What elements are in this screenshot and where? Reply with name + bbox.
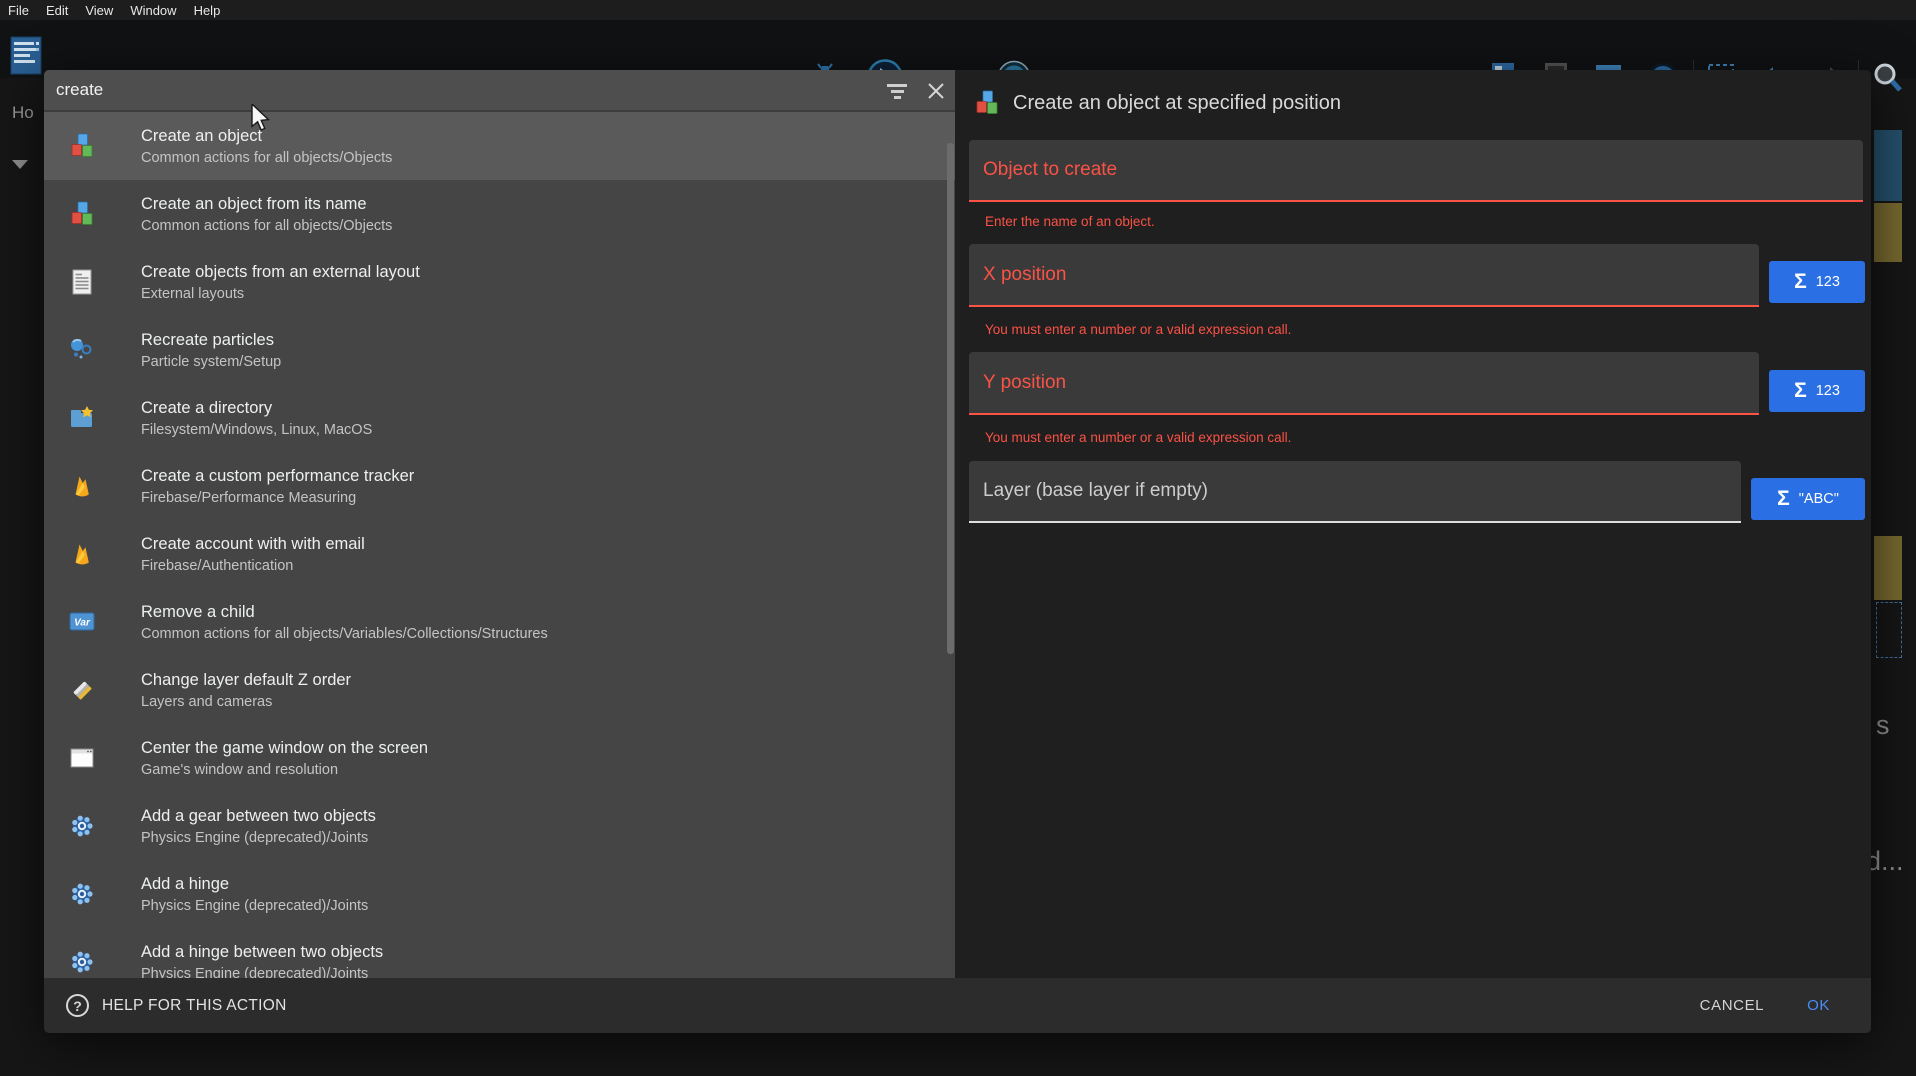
external-layout-document-icon	[69, 269, 95, 295]
result-subtitle: Firebase/Performance Measuring	[141, 490, 414, 506]
svg-text:Var: Var	[74, 618, 91, 629]
search-icon[interactable]	[1870, 60, 1906, 101]
sigma-icon: Σ	[1794, 270, 1807, 294]
result-create-object-from-name[interactable]: Create an object from its name Common act…	[44, 180, 955, 248]
physics-gear-icon	[69, 949, 95, 975]
gdevelop-editor: File Edit View Window Help PREVIEW PUBLI…	[0, 0, 1916, 1076]
result-title: Create a custom performance tracker	[141, 467, 414, 486]
folder-star-icon	[69, 405, 95, 431]
result-create-an-object[interactable]: Create an object Common actions for all o…	[44, 112, 955, 180]
dialog-footer: ? HELP FOR THIS ACTION CANCEL OK	[44, 978, 1871, 1033]
home-tab-fragment: Ho	[12, 103, 34, 123]
result-add-gear[interactable]: Add a gear between two objects Physics En…	[44, 792, 955, 860]
result-add-hinge[interactable]: Add a hinge Physics Engine (deprecated)/J…	[44, 860, 955, 928]
menu-bar: File Edit View Window Help	[0, 0, 1916, 20]
result-title: Change layer default Z order	[141, 671, 351, 690]
menu-window[interactable]: Window	[130, 3, 176, 18]
result-title: Add a gear between two objects	[141, 807, 376, 826]
menu-help[interactable]: Help	[194, 3, 221, 18]
object-to-create-input[interactable]: Object to create	[969, 140, 1863, 202]
chevron-down-icon[interactable]	[12, 160, 28, 169]
result-title: Create account with with email	[141, 535, 365, 554]
x-position-input[interactable]: X position	[969, 244, 1759, 307]
result-center-game-window[interactable]: Center the game window on the screen Game…	[44, 724, 955, 792]
list-scrollbar[interactable]	[947, 143, 954, 654]
result-subtitle: Layers and cameras	[141, 694, 351, 710]
objects-cubes-icon	[974, 90, 1000, 121]
result-subtitle: Physics Engine (deprecated)/Joints	[141, 966, 383, 979]
instruction-editor-dialog: Create an object Common actions for all o…	[44, 70, 1871, 1033]
firebase-flame-icon	[69, 541, 95, 567]
filter-icon[interactable]	[883, 78, 911, 104]
y-position-input[interactable]: Y position	[969, 352, 1759, 415]
panel-text-fragment: d...	[1866, 846, 1904, 877]
result-title: Add a hinge between two objects	[141, 943, 383, 962]
result-subtitle: Physics Engine (deprecated)/Joints	[141, 898, 368, 914]
layer-expression-button[interactable]: Σ "ABC"	[1751, 478, 1865, 520]
selection-rectangle-fragment	[1876, 602, 1902, 658]
result-subtitle: Common actions for all objects/Objects	[141, 150, 392, 166]
result-title: Create an object from its name	[141, 195, 392, 214]
objects-cubes-icon	[69, 133, 95, 159]
action-search-panel: Create an object Common actions for all o…	[44, 70, 955, 978]
result-create-account-email[interactable]: Create account with with email Firebase/A…	[44, 520, 955, 588]
panel-text-fragment: s	[1876, 710, 1890, 741]
result-subtitle: Filesystem/Windows, Linux, MacOS	[141, 422, 372, 438]
result-subtitle: Particle system/Setup	[141, 354, 281, 370]
result-title: Remove a child	[141, 603, 548, 622]
particles-icon	[69, 337, 95, 363]
result-change-layer-z-order[interactable]: Change layer default Z order Layers and c…	[44, 656, 955, 724]
sigma-icon: Σ	[1794, 379, 1807, 403]
layer-input[interactable]: Layer (base layer if empty)	[969, 461, 1741, 523]
result-title: Create a directory	[141, 399, 372, 418]
scene-object-fragment	[1874, 130, 1902, 201]
object-helper-text: Enter the name of an object.	[985, 214, 1155, 229]
result-remove-a-child[interactable]: Var Remove a child Common actions for all…	[44, 588, 955, 656]
result-subtitle: Firebase/Authentication	[141, 558, 365, 574]
layer-eraser-icon	[69, 677, 95, 703]
physics-gear-icon	[69, 881, 95, 907]
ok-button[interactable]: OK	[1807, 997, 1830, 1014]
result-title: Center the game window on the screen	[141, 739, 428, 758]
game-window-icon	[69, 745, 95, 771]
firebase-flame-icon	[69, 473, 95, 499]
result-title: Create objects from an external layout	[141, 263, 420, 282]
result-subtitle: Game's window and resolution	[141, 762, 428, 778]
menu-edit[interactable]: Edit	[46, 3, 68, 18]
result-subtitle: Common actions for all objects/Objects	[141, 218, 392, 234]
search-bar	[44, 70, 955, 112]
question-mark-icon: ?	[66, 994, 89, 1017]
action-parameters-panel: Create an object at specified position O…	[955, 70, 1871, 978]
objects-cubes-icon	[69, 201, 95, 227]
sigma-icon: Σ	[1777, 487, 1790, 511]
menu-view[interactable]: View	[85, 3, 113, 18]
result-title: Create an object	[141, 127, 392, 146]
close-icon[interactable]	[922, 78, 950, 104]
result-recreate-particles[interactable]: Recreate particles Particle system/Setup	[44, 316, 955, 384]
search-input[interactable]	[44, 80, 744, 100]
cancel-button[interactable]: CANCEL	[1700, 997, 1764, 1014]
project-manager-icon[interactable]	[10, 36, 44, 81]
variable-badge-icon: Var	[69, 609, 95, 635]
y-expression-button[interactable]: Σ 123	[1769, 370, 1865, 412]
action-result-list: Create an object Common actions for all o…	[44, 112, 955, 978]
x-error-text: You must enter a number or a valid expre…	[985, 322, 1291, 337]
result-create-a-directory[interactable]: Create a directory Filesystem/Windows, Li…	[44, 384, 955, 452]
action-title: Create an object at specified position	[1013, 92, 1341, 115]
result-create-from-external-layout[interactable]: Create objects from an external layout Ex…	[44, 248, 955, 316]
result-subtitle: External layouts	[141, 286, 420, 302]
x-expression-button[interactable]: Σ 123	[1769, 261, 1865, 303]
result-create-performance-tracker[interactable]: Create a custom performance tracker Fireb…	[44, 452, 955, 520]
help-for-this-action-button[interactable]: ? HELP FOR THIS ACTION	[66, 994, 287, 1017]
physics-gear-icon	[69, 813, 95, 839]
menu-file[interactable]: File	[8, 3, 29, 18]
result-add-hinge-between-objects[interactable]: Add a hinge between two objects Physics E…	[44, 928, 955, 978]
result-subtitle: Common actions for all objects/Variables…	[141, 626, 548, 642]
result-subtitle: Physics Engine (deprecated)/Joints	[141, 830, 376, 846]
scene-object-fragment	[1874, 203, 1902, 262]
scene-object-fragment	[1874, 536, 1902, 600]
y-error-text: You must enter a number or a valid expre…	[985, 430, 1291, 445]
result-title: Recreate particles	[141, 331, 281, 350]
result-title: Add a hinge	[141, 875, 368, 894]
